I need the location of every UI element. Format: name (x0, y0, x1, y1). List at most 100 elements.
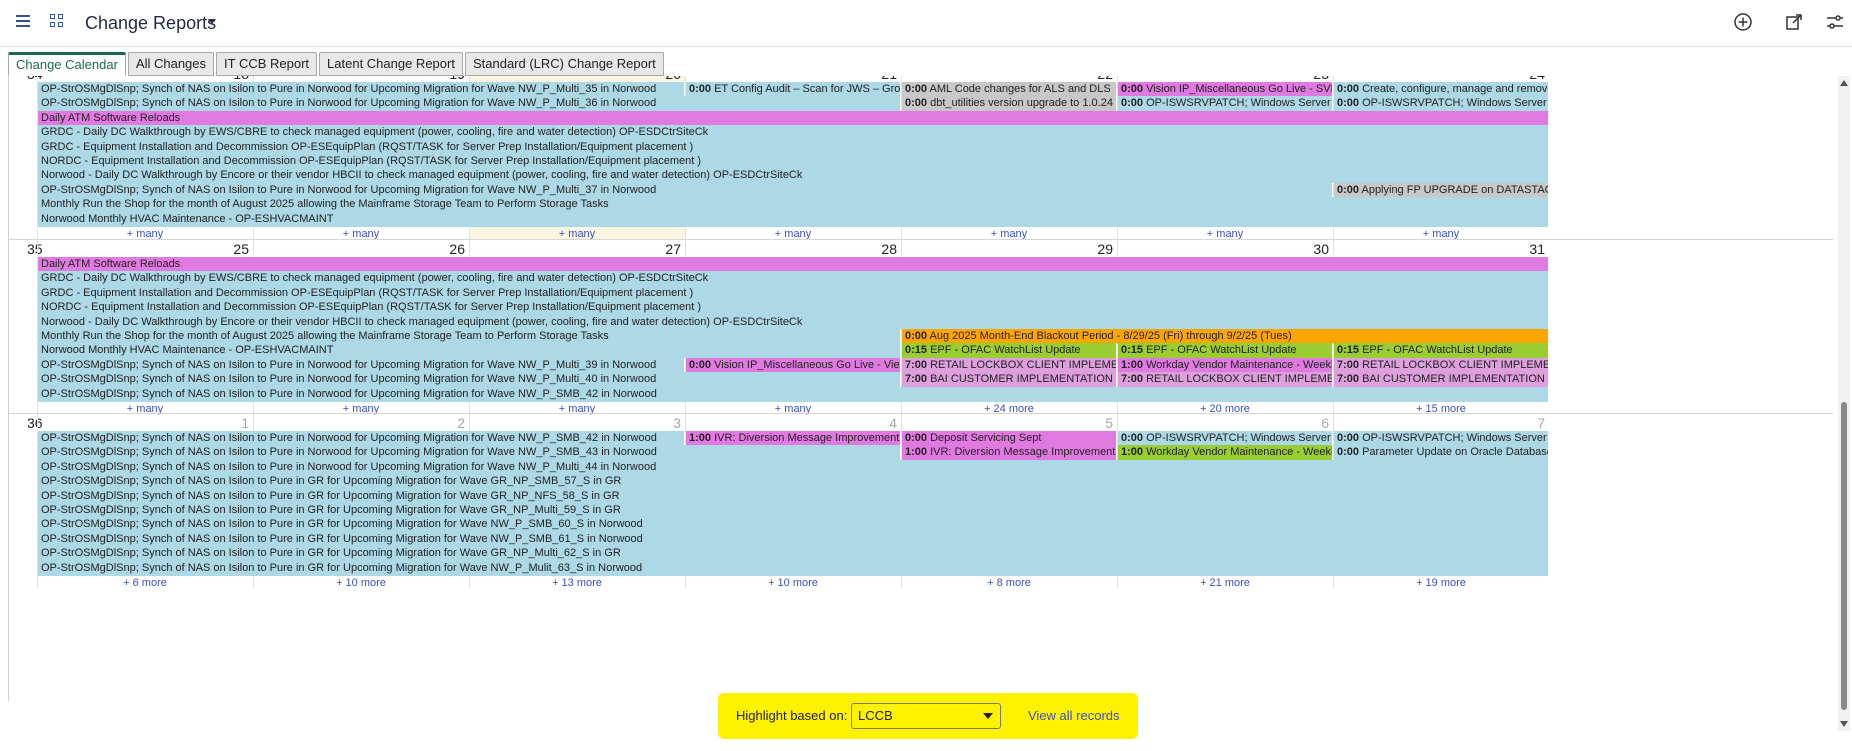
day-number[interactable]: 30 (1313, 241, 1329, 257)
calendar-event[interactable]: Daily ATM Software Reloads (38, 110, 1549, 126)
add-circle-icon[interactable] (1733, 12, 1753, 32)
calendar-event[interactable]: Monthly Run the Shop for the month of Au… (38, 197, 1549, 213)
more-events-link[interactable]: + 13 more (469, 576, 685, 590)
view-all-records-link[interactable]: View all records (1028, 708, 1120, 723)
share-export-icon[interactable] (1784, 12, 1804, 32)
calendar-event[interactable]: Norwood Monthly HVAC Maintenance - OP-ES… (38, 211, 1549, 227)
calendar-event[interactable]: 0:15 EPF - OFAC WatchList Update (1334, 343, 1549, 359)
calendar-event[interactable]: 0:15 EPF - OFAC WatchList Update (1118, 343, 1333, 359)
day-number[interactable]: 25 (233, 241, 249, 257)
calendar-event[interactable]: OP-StrOSMgDlSnp; Synch of NAS on Isilon … (38, 474, 1549, 490)
calendar-event[interactable]: 1:00 IVR: Diversion Message Improvement … (686, 431, 901, 446)
day-number[interactable]: 4 (889, 415, 897, 431)
calendar-event[interactable]: OP-StrOSMgDlSnp; Synch of NAS on Isilon … (38, 503, 1549, 518)
event-title: OP-StrOSMgDlSnp; Synch of NAS on Isilon … (41, 532, 643, 545)
calendar-event[interactable]: GRDC - Daily DC Walkthrough by EWS/CBRE … (38, 271, 1549, 287)
calendar-event[interactable]: OP-StrOSMgDlSnp; Synch of NAS on Isilon … (38, 386, 1549, 402)
calendar-event[interactable]: Norwood - Daily DC Walkthrough by Encore… (38, 314, 1549, 330)
calendar-event[interactable]: Norwood - Daily DC Walkthrough by Encore… (38, 168, 1549, 184)
event-time: 1:00 (1121, 446, 1144, 459)
calendar-event[interactable]: 7:00 RETAIL LOCKBOX CLIENT IMPLEMENTATIO… (902, 357, 1117, 373)
calendar-event[interactable]: 0:00 Create, configure, manage and remov… (1334, 82, 1549, 97)
calendar-event[interactable]: 0:00 Vision IP_Miscellaneous Go Live - V… (686, 357, 901, 373)
title-dropdown-caret-icon[interactable] (208, 19, 216, 24)
day-number[interactable]: 7 (1537, 415, 1545, 431)
calendar-event[interactable]: 0:00 Applying FP UPGRADE on DATASTAGE We… (1334, 182, 1549, 198)
more-events-link[interactable]: + 10 more (685, 576, 901, 590)
calendar-event[interactable]: GRDC - Equipment Installation and Decomm… (38, 139, 1549, 155)
day-number[interactable]: 28 (881, 241, 897, 257)
calendar-event[interactable]: 1:00 Workday Vendor Maintenance - Weekly… (1118, 357, 1333, 373)
event-title: OP-StrOSMgDlSnp; Synch of NAS on Isilon … (41, 97, 657, 110)
day-number[interactable]: 2 (457, 415, 465, 431)
app-grid-icon[interactable] (50, 14, 64, 28)
calendar-event[interactable]: 0:00 ET Config Audit – Scan for JWS – Gr… (686, 82, 901, 97)
scrollbar-thumb[interactable] (1841, 402, 1847, 710)
vertical-scrollbar[interactable] (1838, 76, 1850, 731)
calendar-event[interactable]: Norwood Monthly HVAC Maintenance - OP-ES… (38, 343, 901, 359)
calendar-event[interactable]: 0:00 OP-ISWSRVPATCH; Windows Server Patc… (1334, 431, 1549, 446)
calendar-event[interactable]: OP-StrOSMgDlSnp; Synch of NAS on Isilon … (38, 459, 1549, 475)
settings-sliders-icon[interactable] (1825, 12, 1845, 32)
calendar-event[interactable]: OP-StrOSMgDlSnp; Synch of NAS on Isilon … (38, 445, 901, 461)
hamburger-menu-icon[interactable] (16, 15, 30, 27)
calendar-event[interactable]: 7:00 BAI CUSTOMER IMPLEMENTATION ** Requ… (1334, 372, 1549, 388)
more-events-link[interactable]: + 10 more (253, 576, 469, 590)
calendar-event[interactable]: 0:00 OP-ISWSRVPATCH; Windows Server Patc… (1118, 431, 1333, 446)
calendar-event[interactable]: 0:00 AML Code changes for ALS and DLS (902, 82, 1117, 97)
tab-latent-change-report[interactable]: Latent Change Report (319, 52, 463, 76)
event-time: 0:00 (1121, 97, 1144, 110)
calendar-event[interactable]: 0:00 Aug 2025 Month-End Blackout Period … (902, 329, 1549, 344)
calendar-event[interactable]: Monthly Run the Shop for the month of Au… (38, 329, 901, 344)
highlight-select[interactable]: LCCB (851, 703, 1001, 729)
tab-it-ccb-report[interactable]: IT CCB Report (216, 52, 318, 76)
more-events-link[interactable]: + 21 more (1117, 576, 1333, 590)
tab-all-changes[interactable]: All Changes (127, 52, 215, 76)
calendar-event[interactable]: 7:00 RETAIL LOCKBOX CLIENT IMPLEMENTATIO… (1118, 372, 1333, 388)
event-time: 0:15 (1121, 344, 1144, 357)
more-events-link[interactable]: + 8 more (901, 576, 1117, 590)
calendar-event[interactable]: OP-StrOSMgDlSnp; Synch of NAS on Isilon … (38, 182, 1333, 198)
day-number[interactable]: 1 (241, 415, 249, 431)
calendar-event[interactable]: 0:00 Parameter Update on Oracle Database… (1334, 445, 1549, 461)
calendar-event[interactable]: OP-StrOSMgDlSnp; Synch of NAS on Isilon … (38, 96, 901, 112)
more-events-link[interactable]: + 19 more (1333, 576, 1549, 590)
calendar-event[interactable]: 7:00 RETAIL LOCKBOX CLIENT IMPLEMENTATIO… (1334, 357, 1549, 373)
day-number[interactable]: 6 (1321, 415, 1329, 431)
calendar-event[interactable]: 0:00 Vision IP_Miscellaneous Go Live - S… (1118, 82, 1333, 97)
scroll-up-arrow-icon[interactable] (1840, 80, 1848, 86)
calendar-event[interactable]: 0:00 OP-ISWSRVPATCH; Windows Server Patc… (1118, 96, 1333, 112)
calendar-event[interactable]: GRDC - Equipment Installation and Decomm… (38, 285, 1549, 301)
day-number[interactable]: 27 (665, 241, 681, 257)
calendar-event[interactable]: OP-StrOSMgDlSnp; Synch of NAS on Isilon … (38, 82, 685, 97)
scroll-down-arrow-icon[interactable] (1840, 721, 1848, 727)
calendar-event[interactable]: 1:00 Workday Vendor Maintenance - Weekly… (1118, 445, 1333, 461)
calendar-event[interactable]: 1:00 IVR: Diversion Message Improvement … (902, 445, 1117, 461)
day-number[interactable]: 31 (1529, 241, 1545, 257)
calendar-event[interactable]: GRDC - Daily DC Walkthrough by EWS/CBRE … (38, 125, 1549, 141)
day-number[interactable]: 5 (1105, 415, 1113, 431)
day-number[interactable]: 29 (1097, 241, 1113, 257)
calendar-event[interactable]: OP-StrOSMgDlSnp; Synch of NAS on Isilon … (38, 546, 1549, 562)
calendar-event[interactable]: OP-StrOSMgDlSnp; Synch of NAS on Isilon … (38, 431, 685, 446)
day-number[interactable]: 3 (673, 415, 681, 431)
calendar-event[interactable]: 0:00 dbt_utilities version upgrade to 1.… (902, 96, 1117, 112)
day-number[interactable]: 26 (449, 241, 465, 257)
calendar-event[interactable]: OP-StrOSMgDlSnp; Synch of NAS on Isilon … (38, 372, 901, 388)
calendar-event[interactable]: OP-StrOSMgDlSnp; Synch of NAS on Isilon … (38, 488, 1549, 504)
calendar-event[interactable]: OP-StrOSMgDlSnp; Synch of NAS on Isilon … (38, 517, 1549, 533)
calendar-event[interactable]: OP-StrOSMgDlSnp; Synch of NAS on Isilon … (38, 357, 685, 373)
tab-standard-lrc-change-report[interactable]: Standard (LRC) Change Report (464, 52, 664, 76)
calendar-event[interactable]: OP-StrOSMgDlSnp; Synch of NAS on Isilon … (38, 531, 1549, 547)
tab-change-calendar[interactable]: Change Calendar (8, 52, 126, 76)
calendar-event[interactable]: 7:00 BAI CUSTOMER IMPLEMENTATION ** Requ… (902, 372, 1117, 388)
calendar-event[interactable]: NORDC - Equipment Installation and Decom… (38, 154, 1549, 169)
page-title[interactable]: Change Reports (85, 13, 216, 34)
calendar-event[interactable]: 0:15 EPF - OFAC WatchList Update (902, 343, 1117, 359)
calendar-event[interactable]: Daily ATM Software Reloads (38, 257, 1549, 272)
calendar-event[interactable]: OP-StrOSMgDlSnp; Synch of NAS on Isilon … (38, 560, 1549, 576)
calendar-event[interactable]: 0:00 OP-ISWSRVPATCH; Windows Server Patc… (1334, 96, 1549, 112)
calendar-event[interactable]: 0:00 Deposit Servicing Sept (902, 431, 1117, 446)
calendar-event[interactable]: NORDC - Equipment Installation and Decom… (38, 300, 1549, 316)
more-events-link[interactable]: + 6 more (37, 576, 253, 590)
